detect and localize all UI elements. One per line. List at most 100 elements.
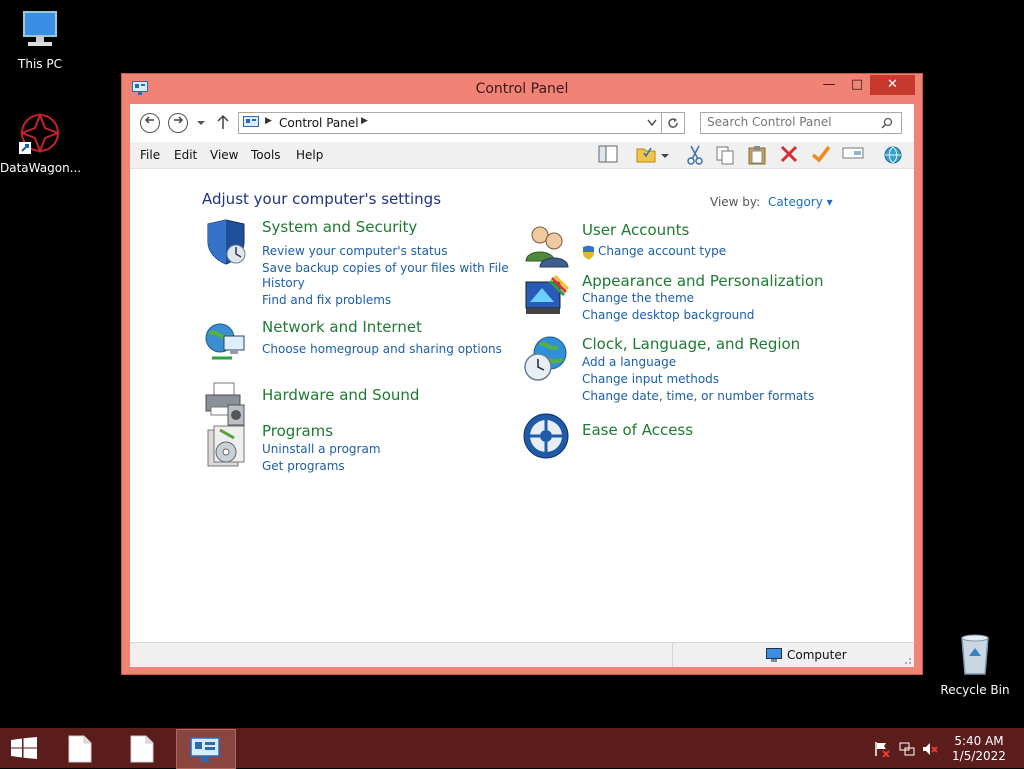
cut-icon[interactable]: [684, 145, 706, 165]
category-title-appearance-and-personalization[interactable]: Appearance and Personalization: [582, 272, 824, 290]
menu-bar: File Edit View Tools Help: [130, 142, 914, 169]
status-bar: Computer: [130, 642, 914, 667]
category-title-ease-of-access[interactable]: Ease of Access: [582, 421, 693, 439]
maximize-button[interactable]: □: [844, 75, 870, 95]
control-panel-window: Control Panel — □ ✕ ▶ Control Panel ▶ Se…: [122, 74, 922, 674]
shield-icon[interactable]: [202, 218, 250, 266]
network-globe-icon[interactable]: [882, 145, 904, 165]
search-icon[interactable]: [881, 117, 893, 129]
menu-help[interactable]: Help: [296, 142, 323, 168]
desktop-label-recycle-bin: Recycle Bin: [940, 683, 1010, 697]
network-icon[interactable]: [202, 318, 250, 366]
close-button[interactable]: ✕: [870, 75, 915, 95]
category-title-system-and-security[interactable]: System and Security: [262, 218, 417, 236]
taskbar-file-2[interactable]: [116, 732, 172, 764]
category-ease-of-access: Ease of Access: [522, 412, 862, 460]
menu-tools[interactable]: Tools: [251, 142, 281, 168]
desktop-icon-this-pc[interactable]: This PC: [0, 8, 80, 71]
window-title: Control Panel: [475, 81, 569, 97]
user-accounts-icon[interactable]: [522, 221, 570, 269]
menu-edit[interactable]: Edit: [174, 142, 197, 168]
navigation-bar: ▶ Control Panel ▶: [130, 104, 914, 142]
link-find-and-fix-problems[interactable]: Find and fix problems: [262, 293, 391, 307]
search-input[interactable]: [701, 113, 877, 131]
refresh-button[interactable]: [662, 112, 685, 134]
breadcrumb-control-panel[interactable]: Control Panel: [279, 116, 359, 130]
link-change-account-type[interactable]: Change account type: [598, 244, 726, 258]
category-title-network-and-internet[interactable]: Network and Internet: [262, 318, 422, 336]
paste-icon[interactable]: [746, 145, 768, 165]
menu-view[interactable]: View: [210, 142, 238, 168]
start-button[interactable]: [0, 732, 56, 764]
breadcrumb-separator-icon[interactable]: ▶: [265, 116, 272, 126]
copy-icon[interactable]: [714, 145, 736, 165]
link-add-a-language[interactable]: Add a language: [582, 355, 676, 369]
folder-options-icon[interactable]: [635, 145, 657, 165]
link-change-desktop-background[interactable]: Change desktop background: [582, 308, 754, 322]
category-title-hardware-and-sound[interactable]: Hardware and Sound: [262, 386, 419, 404]
menu-file[interactable]: File: [140, 142, 160, 168]
breadcrumb-separator-icon[interactable]: ▶: [361, 116, 368, 126]
view-by-label: View by:: [710, 195, 761, 209]
programs-icon[interactable]: [202, 422, 250, 470]
link-get-programs[interactable]: Get programs: [262, 459, 345, 473]
appearance-icon[interactable]: [522, 272, 570, 320]
action-center-flag-icon[interactable]: [874, 741, 890, 757]
page-title: Adjust your computer's settings: [202, 190, 442, 208]
window-client: ▶ Control Panel ▶ File Edit View Tools H…: [130, 104, 914, 667]
desktop-icon-recycle-bin[interactable]: Recycle Bin: [935, 630, 1015, 697]
category-network-and-internet: Network and Internet Choose homegroup an…: [202, 318, 502, 366]
search-box[interactable]: [700, 112, 902, 134]
clock-date: 1/5/2022: [952, 749, 1006, 763]
address-history-dropdown-icon[interactable]: [647, 119, 657, 127]
desktop-label-datawagon: DataWagon...: [0, 161, 82, 175]
windows-logo-icon: [11, 737, 37, 759]
link-save-backup-copies[interactable]: Save backup copies of your files with Fi…: [262, 261, 509, 275]
printer-icon[interactable]: [202, 379, 250, 427]
status-computer-label: Computer: [787, 648, 847, 662]
forward-button[interactable]: [168, 113, 188, 133]
resize-grip-icon[interactable]: [902, 655, 912, 665]
uac-shield-icon: [583, 245, 594, 260]
category-title-programs[interactable]: Programs: [262, 422, 333, 440]
preview-pane-icon[interactable]: [597, 145, 619, 165]
category-programs: Programs Uninstall a program Get program…: [202, 422, 502, 482]
network-status-icon[interactable]: [899, 741, 915, 757]
link-change-input-methods[interactable]: Change input methods: [582, 372, 719, 386]
ease-of-access-icon[interactable]: [522, 412, 570, 460]
address-bar[interactable]: ▶ Control Panel ▶: [238, 112, 662, 134]
properties-check-icon[interactable]: [810, 145, 832, 165]
back-button[interactable]: [140, 113, 160, 133]
desktop-icon-datawagon[interactable]: DataWagon...: [0, 110, 82, 175]
organize-dropdown-icon[interactable]: [658, 145, 672, 165]
rename-icon[interactable]: [842, 145, 864, 165]
recent-pages-dropdown-icon[interactable]: [196, 119, 206, 127]
link-save-backup-copies-cont[interactable]: History: [262, 276, 305, 290]
link-choose-homegroup[interactable]: Choose homegroup and sharing options: [262, 342, 502, 356]
recycle-bin-icon: [961, 634, 989, 675]
up-arrow-icon[interactable]: [216, 114, 230, 130]
link-change-date-time-number-formats[interactable]: Change date, time, or number formats: [582, 389, 814, 403]
clock-time: 5:40 AM: [954, 734, 1004, 748]
clock-globe-icon[interactable]: [522, 335, 570, 383]
category-hardware-and-sound: Hardware and Sound: [202, 379, 502, 427]
desktop-label-this-pc: This PC: [18, 57, 62, 71]
category-system-and-security: System and Security Review your computer…: [202, 218, 509, 308]
minimize-button[interactable]: —: [816, 75, 842, 95]
title-bar[interactable]: Control Panel — □ ✕: [122, 74, 922, 104]
link-review-computer-status[interactable]: Review your computer's status: [262, 244, 448, 258]
delete-icon[interactable]: [778, 145, 800, 165]
category-user-accounts: User Accounts Change account type: [522, 221, 862, 269]
category-title-user-accounts[interactable]: User Accounts: [582, 221, 689, 239]
category-title-clock-language-and-region[interactable]: Clock, Language, and Region: [582, 335, 800, 353]
computer-icon: [23, 11, 57, 46]
link-uninstall-a-program[interactable]: Uninstall a program: [262, 442, 381, 456]
taskbar-file-1[interactable]: [54, 732, 110, 764]
status-divider: [672, 643, 673, 667]
category-appearance-and-personalization: Appearance and Personalization Change th…: [522, 272, 862, 326]
volume-muted-icon[interactable]: [922, 741, 938, 757]
link-change-the-theme[interactable]: Change the theme: [582, 291, 694, 305]
taskbar-clock[interactable]: 5:40 AM 1/5/2022: [944, 734, 1014, 764]
taskbar-control-panel[interactable]: [176, 729, 236, 769]
view-by-dropdown[interactable]: Category ▾: [768, 195, 833, 209]
